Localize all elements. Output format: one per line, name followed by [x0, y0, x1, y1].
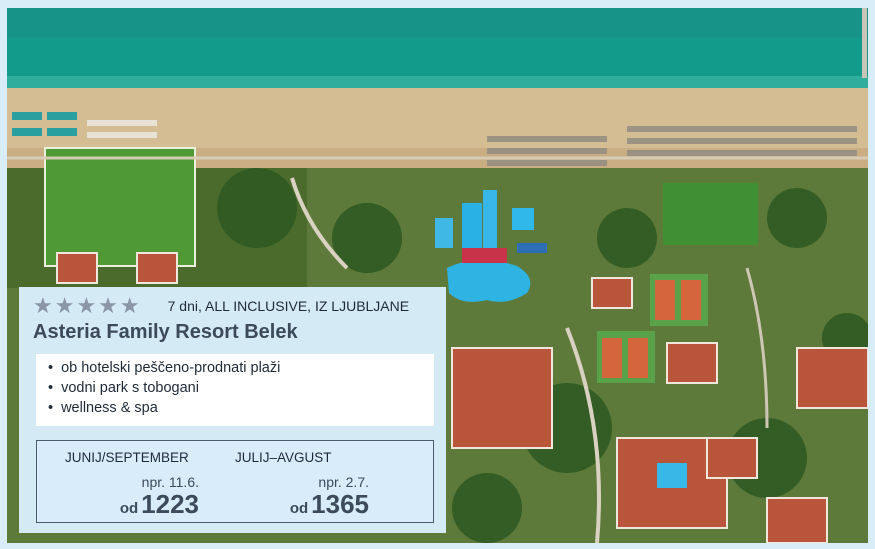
price-amount: 1365 — [311, 489, 369, 519]
example-date: npr. 11.6. — [141, 474, 199, 490]
price-value: od 1223 — [120, 489, 199, 520]
feature-item: vodni park s tobogani — [48, 378, 434, 398]
season-label: JULIJ–AVGUST — [235, 450, 332, 465]
price-value: od 1365 — [290, 489, 369, 520]
trip-info: 7 dni, ALL INCLUSIVE, IZ LJUBLJANE — [167, 298, 410, 314]
price-box: JUNIJ/SEPTEMBER npr. 11.6. od 1223 JULIJ–… — [36, 440, 434, 523]
football-field — [44, 147, 196, 267]
feature-item: wellness & spa — [48, 398, 434, 418]
green-field — [663, 183, 758, 245]
season-label: JUNIJ/SEPTEMBER — [65, 450, 189, 465]
price-amount: 1223 — [141, 489, 199, 519]
star-rating: ★★★★★ — [33, 293, 142, 319]
example-date: npr. 2.7. — [318, 474, 369, 490]
feature-item: ob hotelski peščeno-prodnati plaži — [48, 358, 434, 378]
hotel-name[interactable]: Asteria Family Resort Belek — [33, 321, 298, 344]
features-list: ob hotelski peščeno-prodnati plaži vodni… — [36, 354, 434, 426]
price-july-august[interactable]: JULIJ–AVGUST npr. 2.7. od 1365 — [235, 441, 385, 522]
price-prefix: od — [289, 500, 309, 517]
offer-header-row: ★★★★★ 7 dni, ALL INCLUSIVE, IZ LJUBLJANE — [33, 293, 436, 319]
price-prefix: od — [119, 500, 139, 517]
price-june-september[interactable]: JUNIJ/SEPTEMBER npr. 11.6. od 1223 — [65, 441, 215, 522]
offer-card[interactable]: ★★★★★ 7 dni, ALL INCLUSIVE, IZ LJUBLJANE… — [19, 287, 446, 533]
